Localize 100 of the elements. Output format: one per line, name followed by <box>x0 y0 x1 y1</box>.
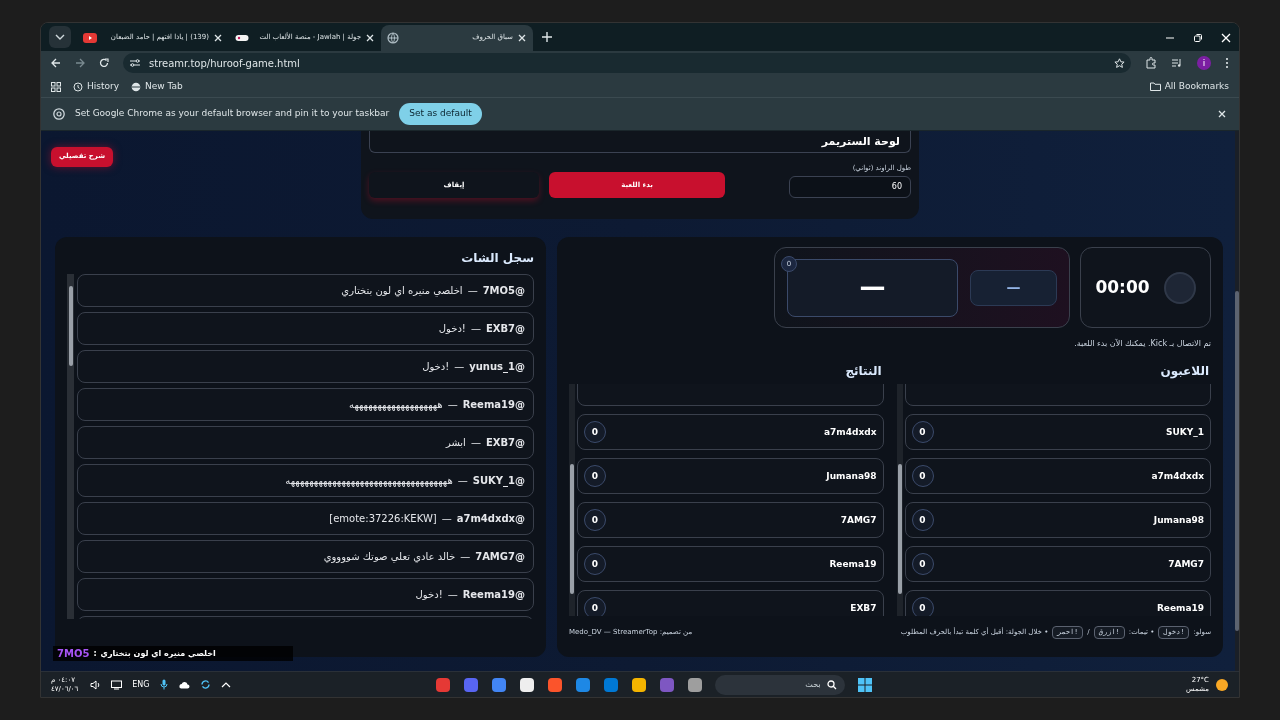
back-icon[interactable] <box>51 58 61 69</box>
media-controls-icon[interactable] <box>1171 58 1183 69</box>
app-icon[interactable] <box>518 676 535 693</box>
apps-grid-icon[interactable] <box>51 81 61 92</box>
chat-message-text: هههههههههههههههههههههههههههههههههههه <box>285 474 453 489</box>
tab-search-icon[interactable] <box>49 25 71 48</box>
score-badge: 0 <box>584 465 606 488</box>
language-indicator[interactable]: ENG <box>132 678 150 691</box>
chat-message-text: !دخول <box>415 588 443 603</box>
chat-message-text: خالد عادي تعلي صوتك شووووي <box>323 550 456 565</box>
globe-icon <box>131 81 142 92</box>
chat-message-text: اخلصي منيره اي لون بتختاري <box>341 284 463 299</box>
player-name: Jumana98 <box>1153 513 1204 527</box>
score-badge: 0 <box>911 553 934 576</box>
score-badge: 0 <box>584 509 606 532</box>
video-play-icon <box>83 32 97 43</box>
timer-text: 00:00 <box>1095 276 1150 300</box>
profile-avatar[interactable]: i <box>1197 56 1211 71</box>
close-icon[interactable] <box>517 32 527 43</box>
round-length-input[interactable]: 60 <box>789 175 911 198</box>
cloud-icon[interactable] <box>177 680 190 689</box>
separator-dash: — <box>441 512 452 527</box>
score-badge: 0 <box>584 421 606 444</box>
windows-logo-icon[interactable] <box>856 676 873 693</box>
overlay-message: اخلصي منيره اي لون بتختاري <box>100 647 216 660</box>
separator-dash: — <box>470 322 481 337</box>
player-name: EXB7 <box>850 601 877 615</box>
chat-username: @a7m4dxdx <box>456 512 525 527</box>
chat-username: @Reema19 <box>462 398 525 413</box>
separator-dash: — <box>467 284 478 299</box>
close-icon[interactable] <box>213 32 223 43</box>
chat-message-text: [emote:37226:KEKW] <box>329 512 437 527</box>
speaker-icon[interactable] <box>90 679 102 690</box>
letter-display: — <box>970 269 1057 306</box>
chat-message-text: !دخول <box>438 322 466 337</box>
separator-dash: — <box>447 588 458 603</box>
restore-icon[interactable] <box>1193 32 1203 43</box>
more-options-icon[interactable] <box>1225 57 1229 70</box>
sun-icon[interactable] <box>1215 677 1229 692</box>
bookmark-link[interactable]: All Bookmarks <box>1149 79 1229 94</box>
close-icon[interactable] <box>1217 109 1227 120</box>
panel-title: لوحة الستريمر <box>821 133 900 150</box>
chat-username: @SUKY_1 <box>472 474 525 489</box>
separator-dash: — <box>447 398 458 413</box>
scrollbar-thumb[interactable] <box>897 464 902 595</box>
player-name: SUKY_1 <box>1165 425 1204 439</box>
separator-dash: — <box>470 436 481 451</box>
scrollbar-thumb[interactable] <box>570 464 574 595</box>
overlay-username: 7MO5 <box>57 647 90 662</box>
player-name: a7m4dxdx <box>1151 469 1204 483</box>
panel-heading: سجل الشات <box>461 250 534 268</box>
score-badge: 0 <box>911 597 934 617</box>
globe-icon <box>387 31 399 44</box>
site-settings-icon[interactable] <box>129 58 141 69</box>
chat-username: @yunus_1 <box>469 360 525 375</box>
monitor-icon[interactable] <box>111 679 123 690</box>
player-name: Reema19 <box>829 557 877 571</box>
chat-username: @EXB7 <box>485 436 525 451</box>
close-icon[interactable] <box>365 32 375 43</box>
chat-message-text: هههههههههههههههههههه <box>349 398 443 413</box>
bookmark-link[interactable]: History <box>73 79 120 94</box>
star-icon[interactable] <box>1114 57 1125 69</box>
taskbar-search[interactable]: بحث <box>714 674 845 695</box>
player-name: Reema19 <box>1156 601 1204 615</box>
separator-dash: — <box>457 474 468 489</box>
chat-message-text: ابشر <box>445 436 466 451</box>
chat-message-text: !دخول <box>422 360 450 375</box>
page-scrollbar[interactable] <box>1235 291 1239 632</box>
scrollbar-thumb[interactable] <box>68 286 73 367</box>
separator-dash: — <box>454 360 465 375</box>
status-message: تم الاتصال بـ Kick. يمكنك الآن بدء اللعبة. <box>1074 338 1211 351</box>
overlay-separator: : <box>93 647 97 660</box>
microphone-icon[interactable] <box>159 679 168 691</box>
reload-icon[interactable] <box>99 58 109 69</box>
chat-username: @7AMG7 <box>475 550 525 565</box>
panel-heading: اللاعبون <box>1160 363 1209 381</box>
set-default-button[interactable]: Set as default <box>399 103 482 126</box>
new-tab-icon[interactable] <box>541 30 553 43</box>
player-name: Jumana98 <box>826 469 877 483</box>
score-badge: 0 <box>911 465 934 488</box>
folder-icon <box>1149 82 1161 92</box>
circle-icon <box>1163 271 1196 304</box>
chevron-up-icon[interactable] <box>220 681 231 688</box>
score-badge: 0 <box>584 553 606 576</box>
chat-username: @7MO5 <box>482 284 525 299</box>
app-icon[interactable] <box>686 676 703 693</box>
gamepad-icon <box>235 33 249 42</box>
infobar-message: Set Google Chrome as your default browser and pin it to your taskbar <box>75 107 390 121</box>
bookmark-link[interactable]: New Tab <box>131 79 183 94</box>
puzzle-piece-icon[interactable] <box>1145 57 1157 70</box>
forward-icon[interactable] <box>75 58 85 69</box>
app-icon[interactable] <box>630 676 647 693</box>
history-clock-icon <box>73 81 83 92</box>
separator-dash: — <box>460 550 471 565</box>
player-name: a7m4dxdx <box>824 425 877 439</box>
search-icon <box>826 679 837 690</box>
address-bar[interactable]: streamr.top/huroof-game.html <box>123 53 1131 74</box>
score-badge: 0 <box>911 421 934 444</box>
player-name: 7AMG7 <box>1168 557 1204 571</box>
sync-icon[interactable] <box>199 679 211 691</box>
